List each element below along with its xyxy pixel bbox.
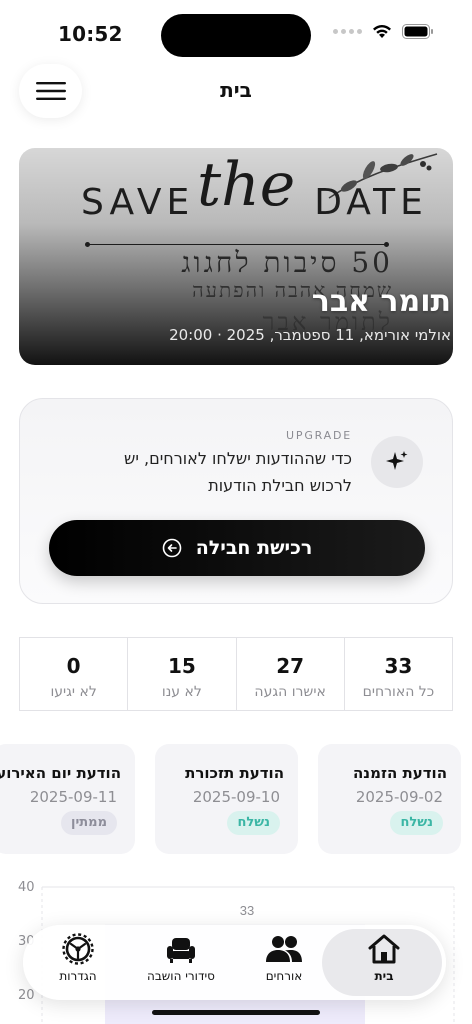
wifi-icon	[373, 25, 391, 38]
arrow-circle-icon	[162, 538, 182, 558]
y-tick-label: 20	[18, 988, 35, 1003]
card-divider	[85, 242, 389, 247]
upgrade-card: UPGRADE כדי שההודעות ישלחו לאורחים, יש ל…	[19, 398, 453, 604]
message-card-reminder[interactable]: הודעת תזכורת 2025-09-10 נשלח	[155, 744, 298, 854]
message-title: הודעת תזכורת	[185, 764, 284, 782]
status-badge: נשלח	[227, 811, 280, 835]
status-badge: ממתין	[61, 811, 117, 835]
stat-label: לא יגיעו	[50, 684, 97, 700]
status-icons	[333, 24, 434, 39]
bar-data-label: 33	[240, 903, 254, 918]
status-badge: נשלח	[390, 811, 443, 835]
stat-not-coming[interactable]: 0 לא יגיעו	[20, 638, 127, 710]
bottom-nav: בית אורחים סידורי הושבה הגדרות	[23, 925, 446, 1000]
message-date: 2025-09-02	[355, 788, 443, 806]
stat-value: 27	[276, 654, 305, 678]
settings-icon	[62, 933, 94, 965]
seating-icon	[167, 938, 195, 963]
nav-label: סידורי הושבה	[147, 969, 215, 983]
upgrade-tag: UPGRADE	[286, 429, 352, 442]
guest-stats: 33 כל האורחים 27 אישרו הגעה 15 לא ענו 0 …	[19, 637, 453, 711]
nav-item-guests[interactable]: אורחים	[234, 933, 334, 983]
the-word: the	[197, 150, 296, 220]
nav-item-seating[interactable]: סידורי הושבה	[131, 933, 231, 983]
nav-item-settings[interactable]: הגדרות	[28, 933, 128, 983]
message-card-invitation[interactable]: הודעת הזמנה 2025-09-02 נשלח	[318, 744, 461, 854]
purchase-package-button[interactable]: רכישת חבילה	[49, 520, 425, 576]
sparkles-icon	[371, 436, 423, 488]
message-date: 2025-09-10	[192, 788, 280, 806]
message-title: הודעת הזמנה	[353, 764, 447, 782]
stat-label: אישרו הגעה	[254, 684, 326, 700]
home-indicator	[152, 1010, 320, 1015]
signal-icon	[333, 29, 362, 34]
stat-label: לא ענו	[161, 684, 202, 700]
home-icon	[368, 934, 400, 964]
message-card-event-day[interactable]: הודעת יום האירוע 2025-09-11 ממתין	[0, 744, 135, 854]
nav-label: בית	[374, 969, 394, 983]
message-title: הודעת יום האירוע	[0, 764, 121, 782]
status-time: 10:52	[58, 22, 123, 46]
y-tick-label: 40	[18, 880, 35, 895]
purchase-button-label: רכישת חבילה	[195, 537, 313, 559]
nav-label: אורחים	[265, 969, 303, 983]
stat-label: כל האורחים	[362, 684, 435, 700]
stat-value: 15	[167, 654, 196, 678]
nav-item-home[interactable]: בית	[334, 933, 434, 983]
message-date: 2025-09-11	[29, 788, 117, 806]
event-details: אולמי אורימא, 11 ספטמבר, 2025 · 20:00	[169, 326, 451, 344]
battery-icon	[402, 24, 433, 39]
stat-value: 0	[66, 654, 81, 678]
guests-icon	[266, 936, 302, 962]
upgrade-text: כדי שההודעות ישלחו לאורחים, יש לרכוש חבי…	[124, 449, 352, 495]
page-title: בית	[220, 78, 252, 102]
stat-all-guests[interactable]: 33 כל האורחים	[343, 638, 452, 710]
event-name: תומר אבר	[311, 284, 451, 319]
status-bar: 10:52	[0, 0, 472, 60]
dynamic-island	[161, 14, 311, 57]
stat-value: 33	[384, 654, 413, 678]
invite-line-1: 50 סיבות לחגוג	[181, 246, 393, 279]
nav-label: הגדרות	[59, 969, 97, 983]
stat-confirmed[interactable]: 27 אישרו הגעה	[235, 638, 344, 710]
stat-no-response[interactable]: 15 לא ענו	[127, 638, 235, 710]
